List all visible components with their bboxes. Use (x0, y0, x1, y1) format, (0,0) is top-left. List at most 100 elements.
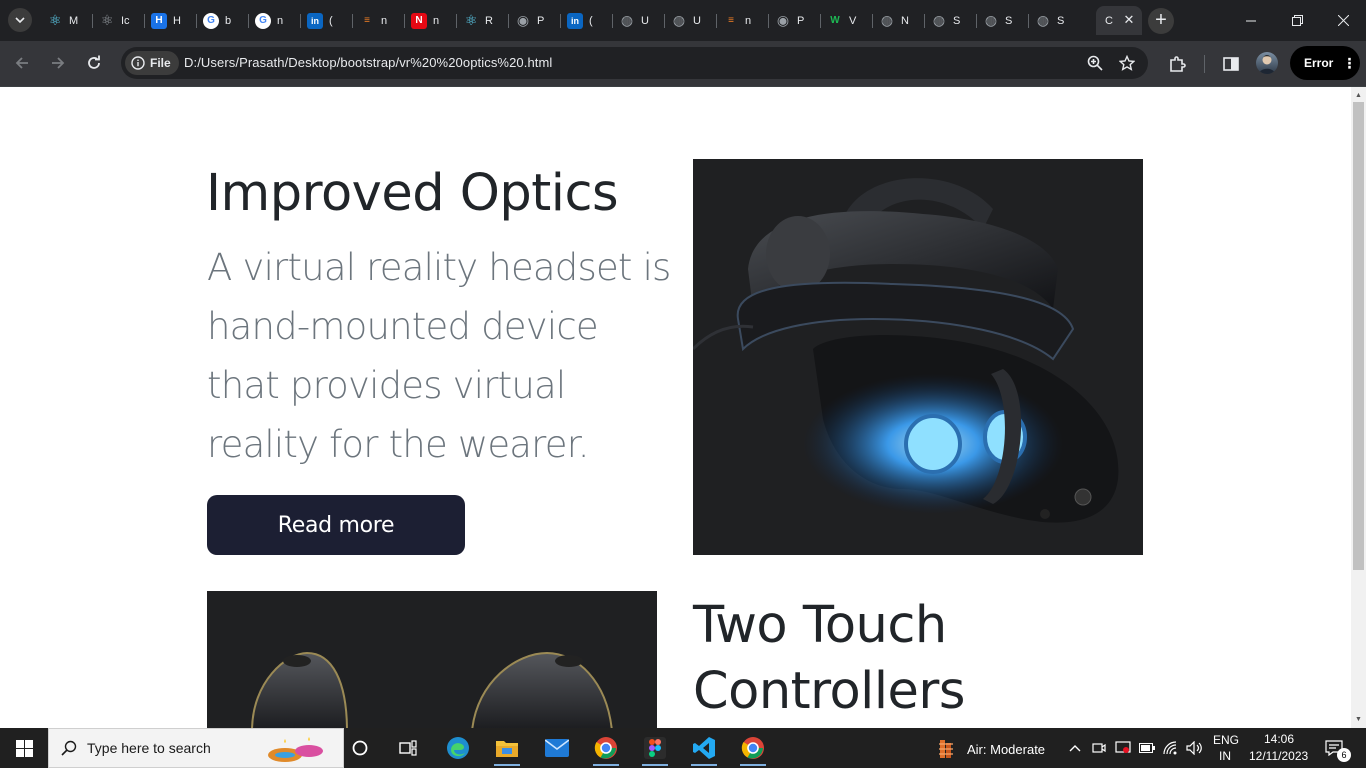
profile-error-button[interactable]: Error ⋮ (1290, 46, 1360, 80)
info-icon (131, 56, 145, 70)
tray-battery[interactable] (1136, 728, 1158, 768)
tab-title: n (381, 14, 388, 27)
zoom-button[interactable] (1085, 53, 1105, 73)
windows-icon (15, 739, 33, 757)
speaker-icon (1186, 741, 1202, 755)
lead-line: A virtual reality headset is (207, 246, 671, 289)
close-window-button[interactable] (1320, 0, 1366, 41)
address-bar[interactable]: File D:/Users/Prasath/Desktop/bootstrap/… (121, 47, 1148, 79)
tab-title: M (69, 14, 79, 27)
tray-security[interactable] (1112, 728, 1134, 768)
browser-tab[interactable]: ⚛ Ic (92, 6, 144, 35)
notification-center-button[interactable]: 6 (1316, 728, 1352, 768)
n-icon: N (411, 12, 427, 29)
browser-tab[interactable]: in ( (560, 6, 612, 35)
tray-overflow-button[interactable] (1064, 728, 1086, 768)
browser-tab[interactable]: in ( (300, 6, 352, 35)
browser-tab[interactable]: Gb (196, 6, 248, 35)
title-line: Controllers (693, 662, 965, 721)
profile-error-label: Error (1304, 56, 1334, 70)
forward-button[interactable] (44, 49, 72, 77)
browser-tab[interactable]: ◉ P (508, 6, 560, 35)
browser-tab[interactable]: WV (820, 6, 872, 35)
react-icon: ⚛ (48, 12, 62, 28)
task-view-button-2[interactable] (386, 728, 430, 768)
weather-widget[interactable]: Air: Moderate (936, 738, 1045, 760)
puzzle-icon (1170, 56, 1186, 72)
task-view-button[interactable] (338, 728, 382, 768)
stackoverflow-icon: ≡ (728, 15, 734, 26)
touch-controllers-image (207, 591, 657, 728)
browser-tab[interactable]: ⚛ R (456, 6, 508, 35)
stackoverflow-icon: ≡ (364, 15, 370, 26)
extensions-button[interactable] (1164, 51, 1190, 77)
side-panel-button[interactable] (1218, 51, 1244, 77)
scroll-down-arrow-icon[interactable]: ▼ (1354, 715, 1363, 724)
globe-icon: ◍ (932, 12, 946, 28)
wifi-icon (1163, 741, 1177, 755)
taskbar-app-chrome[interactable] (584, 728, 628, 768)
taskbar-app-mail[interactable] (535, 728, 579, 768)
start-button[interactable] (0, 728, 48, 768)
taskbar-app-explorer[interactable] (485, 728, 529, 768)
taskbar-app-chrome-2[interactable] (731, 728, 775, 768)
tab-search-button[interactable] (8, 8, 32, 32)
windows-taskbar: Type here to search Air: Moderate ENG IN… (0, 728, 1366, 768)
restore-button[interactable] (1274, 0, 1320, 41)
browser-tab[interactable]: ≡ n (352, 6, 404, 35)
read-more-button[interactable]: Read more (207, 495, 465, 555)
clock-date: 12/11/2023 (1249, 749, 1309, 763)
back-button[interactable] (8, 49, 36, 77)
chevron-up-icon (1069, 745, 1081, 752)
reload-button[interactable] (80, 49, 108, 77)
github-icon: ◉ (776, 12, 790, 28)
region-label: IN (1219, 749, 1231, 763)
person-icon (1259, 55, 1275, 74)
browser-tab[interactable]: Gn (248, 6, 300, 35)
new-tab-button[interactable]: + (1148, 8, 1174, 34)
tab-title: C (1105, 14, 1113, 27)
tab-title: b (225, 14, 232, 27)
taskbar-app-edge[interactable] (436, 728, 480, 768)
diwali-lamp-icon (268, 737, 323, 762)
reload-icon (88, 55, 100, 69)
lead-line: hand-mounted device (207, 305, 599, 348)
page-scrollbar[interactable]: ▲ ▼ (1351, 87, 1366, 728)
taskbar-app-vscode[interactable] (682, 728, 726, 768)
tab-title: R (485, 14, 493, 27)
react-icon: ⚛ (100, 12, 114, 28)
url-text[interactable]: D:/Users/Prasath/Desktop/bootstrap/vr%20… (184, 55, 552, 70)
browser-tab[interactable]: ◉ P (768, 6, 820, 35)
browser-tab[interactable]: ⚛ M (40, 6, 92, 35)
tray-meet-now[interactable] (1088, 728, 1110, 768)
more-menu-icon: ⋮ (1342, 54, 1357, 71)
active-tab[interactable]: C ✕ (1096, 6, 1142, 35)
browser-tab[interactable]: HH (144, 6, 196, 35)
browser-tab[interactable]: ◍ S (924, 6, 976, 35)
profile-avatar[interactable] (1256, 52, 1278, 74)
cortana-icon (352, 740, 368, 756)
tab-title: n (433, 14, 440, 27)
browser-tab[interactable]: ◍ U (664, 6, 716, 35)
browser-tab[interactable]: ◍ U (612, 6, 664, 35)
taskbar-app-figma[interactable] (633, 728, 677, 768)
vscode-icon (693, 737, 715, 759)
close-tab-icon[interactable]: ✕ (1122, 13, 1136, 27)
browser-tab[interactable]: Nn (404, 6, 456, 35)
section-lead-optics: A virtual reality headset is hand-mounte… (207, 238, 671, 474)
scroll-thumb[interactable] (1353, 102, 1364, 570)
tab-title: V (849, 14, 857, 27)
minimize-button[interactable] (1228, 0, 1274, 41)
browser-tab[interactable]: ◍ N (872, 6, 924, 35)
site-info-chip[interactable]: File (125, 51, 179, 75)
browser-tab[interactable]: ◍ S (976, 6, 1028, 35)
tab-title: S (1005, 14, 1013, 27)
bookmark-button[interactable] (1117, 53, 1137, 73)
tray-network[interactable] (1160, 728, 1182, 768)
tab-title: ( (589, 14, 593, 27)
scroll-up-arrow-icon[interactable]: ▲ (1354, 91, 1363, 100)
browser-tab[interactable]: ◍ S (1028, 6, 1080, 35)
browser-tab[interactable]: ≡ n (716, 6, 768, 35)
tray-volume[interactable] (1184, 728, 1206, 768)
taskbar-search[interactable]: Type here to search (48, 728, 344, 768)
